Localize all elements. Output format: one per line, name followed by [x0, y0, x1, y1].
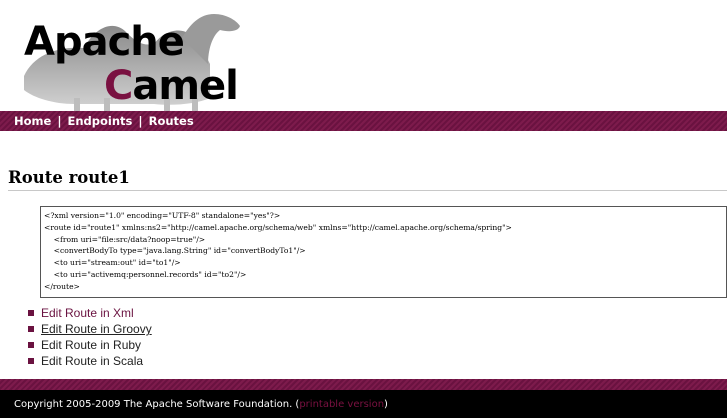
bullet-icon — [28, 310, 34, 316]
xml-line: <route id="route1" xmlns:ns2="http://cam… — [44, 222, 512, 232]
xml-line: </route> — [44, 281, 80, 291]
logo-camel-rest: amel — [132, 63, 239, 109]
xml-line: <?xml version="1.0" encoding="UTF-8" sta… — [44, 211, 281, 220]
xml-line: <to uri="stream:out" id="to1"/> — [44, 258, 181, 268]
logo-camel-initial: C — [104, 63, 133, 109]
apache-camel-logo[interactable]: Apache Camel — [14, 6, 244, 111]
edit-route-groovy-link[interactable]: Edit Route in Groovy — [41, 322, 152, 336]
bullet-icon — [28, 326, 34, 332]
edit-route-links: Edit Route in Xml Edit Route in Groovy E… — [28, 305, 152, 369]
header: Apache Camel — [0, 0, 727, 111]
logo-word-apache: Apache — [24, 19, 185, 65]
list-item: Edit Route in Groovy — [28, 321, 152, 337]
nav-separator: | — [138, 114, 143, 128]
xml-line: <to uri="activemq:personnel.records" id=… — [44, 269, 247, 279]
edit-route-xml-link[interactable]: Edit Route in Xml — [41, 306, 134, 320]
xml-line: <convertBodyTo type="java.lang.String" i… — [44, 246, 306, 256]
footer: Copyright 2005-2009 The Apache Software … — [0, 390, 727, 418]
nav-home-link[interactable]: Home — [14, 114, 51, 128]
edit-route-ruby-link[interactable]: Edit Route in Ruby — [41, 338, 141, 352]
footer-copyright: Copyright 2005-2009 The Apache Software … — [14, 398, 300, 410]
nav-separator: | — [57, 114, 62, 128]
list-item: Edit Route in Ruby — [28, 337, 152, 353]
nav-routes-link[interactable]: Routes — [149, 114, 194, 128]
bullet-icon — [28, 358, 34, 364]
footer-close-paren: ) — [384, 398, 388, 410]
top-navigation: Home | Endpoints | Routes — [0, 111, 727, 131]
printable-version-link[interactable]: printable version — [299, 399, 384, 410]
footer-stripe — [0, 379, 727, 390]
xml-line: <from uri="file:src/data?noop=true"/> — [44, 234, 206, 244]
edit-route-scala-link[interactable]: Edit Route in Scala — [41, 354, 143, 368]
logo-word-camel: Camel — [104, 63, 239, 109]
nav-endpoints-link[interactable]: Endpoints — [68, 114, 133, 128]
route-xml-textarea[interactable]: <?xml version="1.0" encoding="UTF-8" sta… — [40, 206, 727, 298]
list-item: Edit Route in Scala — [28, 353, 152, 369]
list-item: Edit Route in Xml — [28, 305, 152, 321]
bullet-icon — [28, 342, 34, 348]
page-title: Route route1 — [8, 168, 727, 191]
